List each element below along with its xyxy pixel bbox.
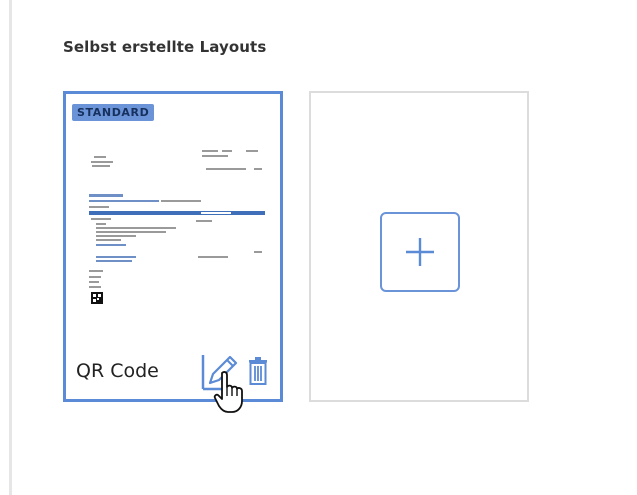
left-divider bbox=[9, 0, 12, 495]
add-layout-button[interactable] bbox=[380, 212, 460, 292]
pencil-icon[interactable] bbox=[200, 352, 240, 392]
layout-card-qr-code[interactable]: STANDARD QR Code bbox=[63, 91, 283, 413]
layouts-page: Selbst erstellte Layouts STANDARD QR Cod… bbox=[0, 0, 637, 495]
standard-badge: STANDARD bbox=[72, 104, 155, 121]
layout-thumbnail bbox=[89, 150, 265, 304]
plus-icon bbox=[406, 238, 434, 266]
layout-name: QR Code bbox=[76, 360, 159, 382]
add-layout-card[interactable] bbox=[309, 91, 529, 402]
trash-icon[interactable] bbox=[248, 357, 268, 385]
section-title: Selbst erstellte Layouts bbox=[63, 38, 267, 56]
